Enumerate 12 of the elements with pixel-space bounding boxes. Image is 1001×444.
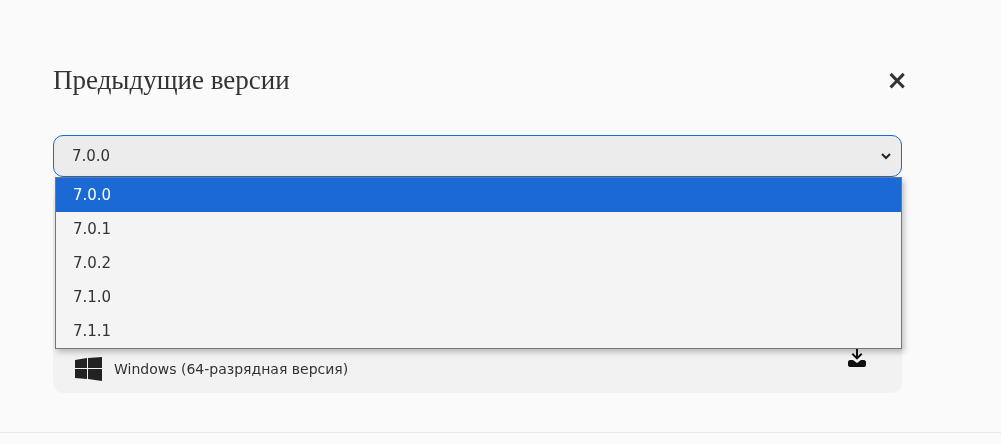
dropdown-option[interactable]: 7.0.1	[56, 212, 901, 246]
dropdown-option[interactable]: 7.0.0	[56, 178, 901, 212]
dropdown-option[interactable]: 7.1.0	[56, 280, 901, 314]
windows-icon	[75, 357, 102, 381]
download-icon[interactable]	[848, 349, 866, 367]
platform-label: Windows (64-разрядная версия)	[114, 361, 349, 377]
dropdown-option[interactable]: 7.1.1	[56, 314, 901, 348]
close-button[interactable]: ×	[886, 67, 908, 93]
version-select[interactable]: 7.0.0	[53, 135, 902, 177]
chevron-down-icon	[881, 152, 891, 160]
dropdown-option[interactable]: 7.0.2	[56, 246, 901, 280]
dialog-title: Предыдущие версии	[53, 64, 290, 96]
